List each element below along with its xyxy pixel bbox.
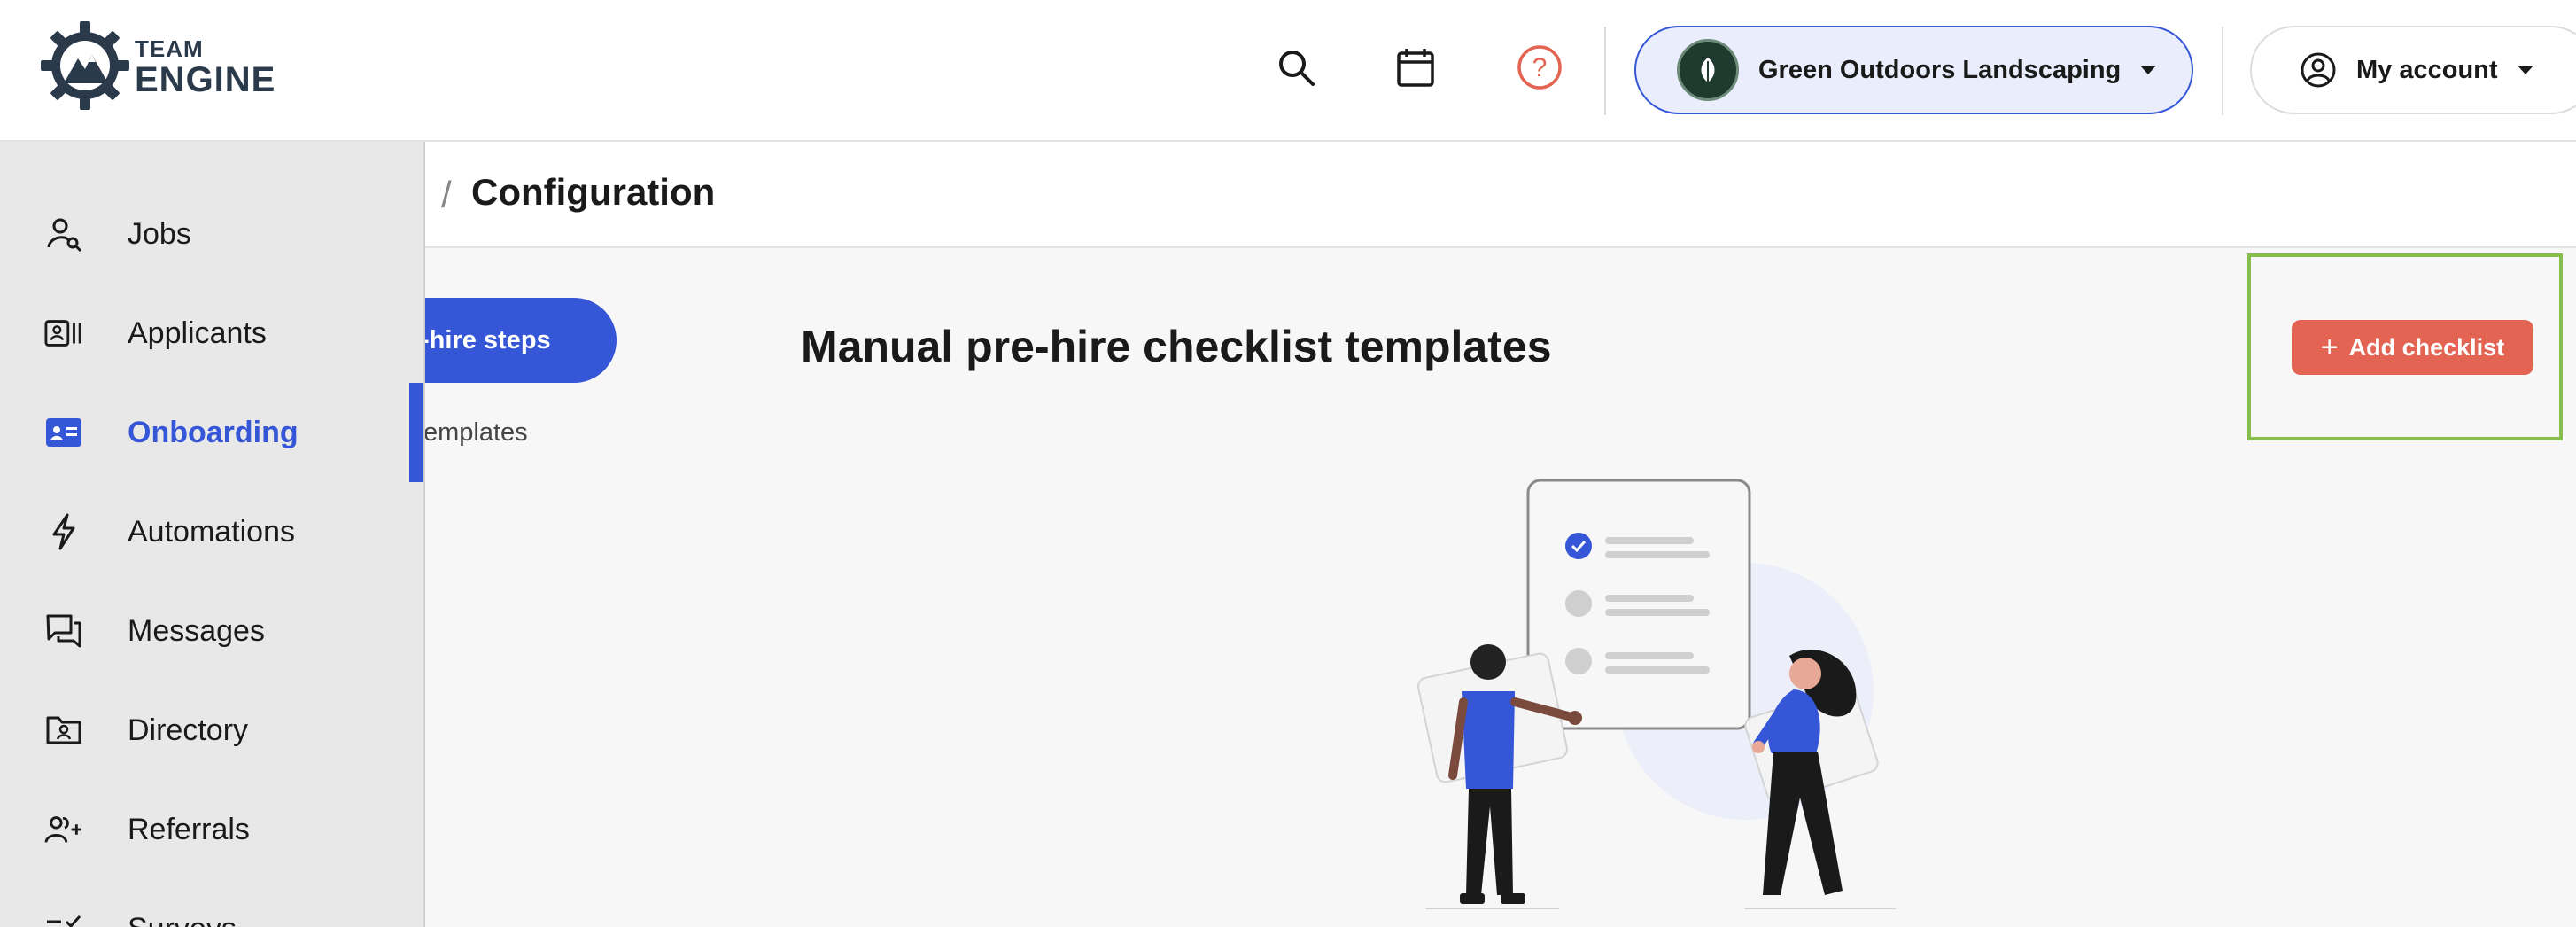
- company-switcher[interactable]: Green Outdoors Landscaping: [1634, 26, 2193, 114]
- account-label: My account: [2356, 55, 2498, 84]
- header-divider-2: [2222, 27, 2223, 115]
- sidebar-item-label: Messages: [128, 613, 265, 648]
- logo-line-1: TEAM: [135, 35, 204, 62]
- sidebar-item-automations[interactable]: Automations: [0, 487, 423, 576]
- page-title: Manual pre-hire checklist templates: [801, 322, 1552, 371]
- sidebar-item-messages[interactable]: Messages: [0, 587, 423, 675]
- sidebar-item-surveys[interactable]: Surveys: [0, 884, 423, 927]
- sidebar-item-label: Surveys: [128, 912, 237, 927]
- chevron-down-icon: [2517, 66, 2533, 74]
- directory-icon: [44, 711, 83, 750]
- sidebar-item-label: Referrals: [128, 812, 250, 846]
- logo-line-2: ENGINE: [135, 60, 276, 99]
- lightning-icon: [44, 512, 83, 551]
- sidebar-item-referrals[interactable]: Referrals: [0, 785, 423, 874]
- sidebar-item-label: Directory: [128, 713, 249, 747]
- company-name: Green Outdoors Landscaping: [1758, 55, 2122, 84]
- user-circle-icon: [2301, 52, 2336, 88]
- messages-icon: [44, 612, 83, 650]
- account-menu[interactable]: My account: [2250, 26, 2576, 114]
- applicants-icon: [44, 314, 83, 353]
- jobs-icon: [44, 214, 83, 253]
- top-bar: TEAM ENGINE ? Green Outdoors Landscaping…: [0, 0, 2576, 142]
- svg-text:?: ?: [1532, 53, 1548, 82]
- team-engine-logo[interactable]: TEAM ENGINE: [39, 19, 275, 113]
- sidebar-item-label: Automations: [128, 514, 295, 549]
- referrals-icon: [44, 810, 83, 849]
- sidebar-item-onboarding[interactable]: Onboarding: [0, 388, 423, 477]
- search-icon[interactable]: [1273, 44, 1319, 90]
- empty-state-illustration: [1417, 479, 1896, 909]
- onboarding-icon: [44, 413, 83, 452]
- breadcrumb-current: Configuration: [471, 171, 716, 213]
- sidebar-item-label: Jobs: [128, 216, 191, 251]
- sidebar-item-applicants[interactable]: Applicants: [0, 289, 423, 378]
- company-logo: [1677, 39, 1739, 101]
- sidebar-item-directory[interactable]: Directory: [0, 686, 423, 775]
- add-checklist-label: Add checklist: [2348, 333, 2505, 361]
- plus-icon: +: [2320, 331, 2339, 364]
- active-indicator: [409, 383, 423, 482]
- header-divider: [1604, 27, 1606, 115]
- logo-wordmark: TEAM ENGINE: [135, 37, 275, 97]
- add-checklist-button[interactable]: + Add checklist: [2292, 320, 2533, 375]
- subnav-templates-link[interactable]: emplates: [423, 418, 528, 448]
- surveys-icon: [44, 909, 83, 927]
- leaf-icon: [1701, 58, 1715, 82]
- sidebar-item-label: Applicants: [128, 315, 267, 350]
- calendar-icon[interactable]: [1393, 44, 1439, 90]
- sidebar: Jobs Applicants Onboarding Automations M…: [0, 142, 425, 927]
- chevron-down-icon: [2140, 66, 2157, 74]
- help-icon[interactable]: ?: [1517, 44, 1563, 90]
- sidebar-item-label: Onboarding: [128, 415, 299, 449]
- sidebar-item-jobs[interactable]: Jobs: [0, 190, 423, 278]
- gear-logo-icon: [41, 21, 129, 110]
- breadcrumb-separator: /: [441, 174, 452, 215]
